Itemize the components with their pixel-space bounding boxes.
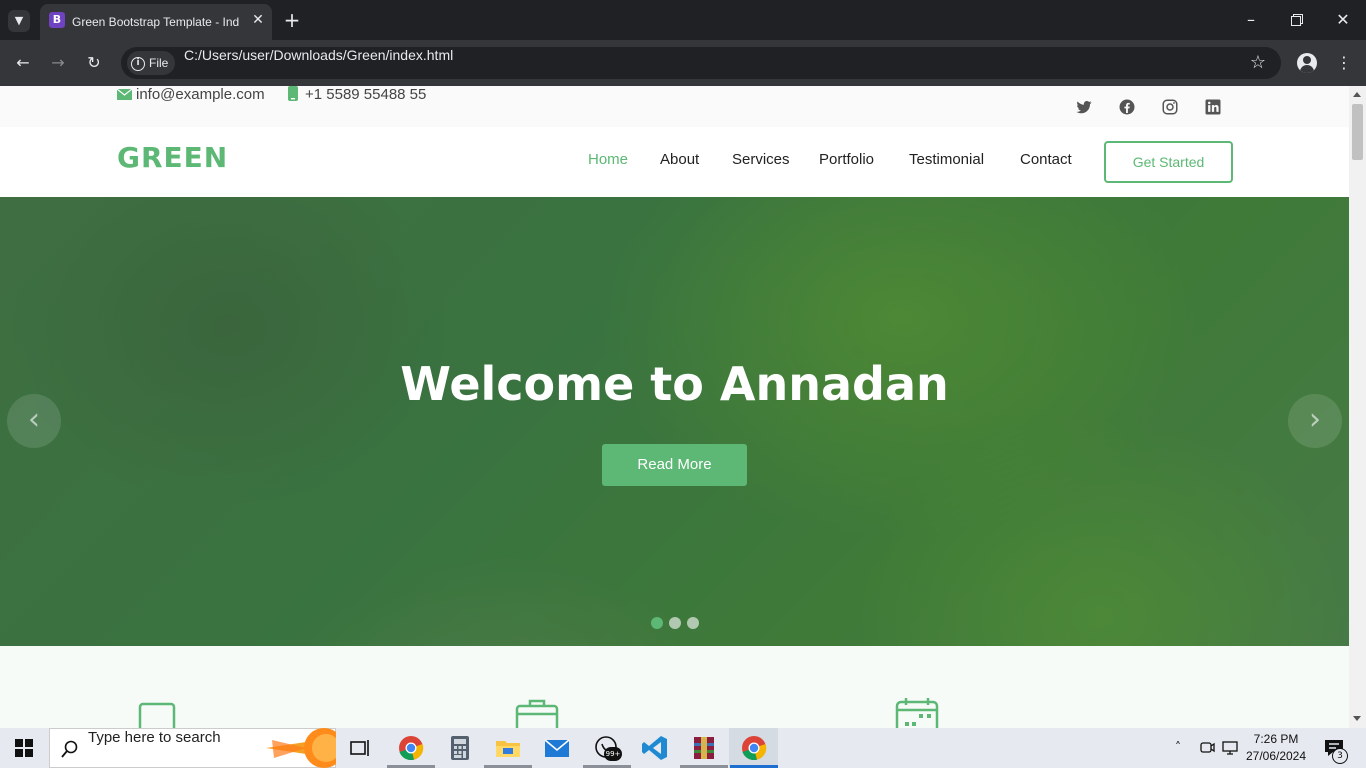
back-arrow-icon[interactable]: ← [12, 52, 34, 74]
address-bar[interactable]: i File C:/Users/user/Downloads/Green/inde… [121, 47, 1281, 79]
profile-avatar-icon[interactable] [1297, 53, 1317, 73]
winrar-icon[interactable] [690, 734, 718, 762]
calendar-icon [895, 698, 939, 732]
tab-search-chevron-icon[interactable]: ▼ [8, 10, 30, 32]
carousel-indicator-2[interactable] [669, 617, 681, 629]
forward-arrow-icon[interactable]: → [47, 52, 69, 74]
site-info-chip[interactable]: i File [127, 51, 175, 75]
nav-portfolio[interactable]: Portfolio [819, 151, 874, 168]
network-icon[interactable] [1222, 740, 1240, 756]
page-scrollbar[interactable] [1349, 86, 1366, 728]
tab-close-icon[interactable]: ✕ [248, 10, 268, 30]
system-clock[interactable]: 7:26 PM 27/06/2024 [1240, 731, 1312, 765]
get-started-button[interactable]: Get Started [1104, 141, 1233, 183]
vscode-icon[interactable] [641, 734, 669, 762]
bookmark-star-icon[interactable]: ☆ [1247, 51, 1269, 75]
chrome-app-icon[interactable] [397, 734, 425, 762]
new-tab-plus-icon[interactable]: + [282, 8, 302, 32]
briefcase-icon [515, 699, 559, 732]
search-placeholder: Type here to search [88, 729, 221, 746]
carousel-indicator-1[interactable] [651, 617, 663, 629]
clock-time: 7:26 PM [1253, 732, 1299, 746]
carousel-next-icon[interactable]: › [1288, 394, 1342, 448]
windows-taskbar: Type here to search 99+ ˄ 7:26 PM 27/06/… [0, 728, 1366, 768]
clock-date: 27/06/2024 [1245, 749, 1307, 763]
nav-testimonial[interactable]: Testimonial [909, 151, 984, 168]
site-logo[interactable]: GREEN [117, 141, 228, 174]
chrome-active-icon[interactable] [740, 734, 768, 762]
windows-start-icon[interactable] [15, 739, 33, 757]
facebook-icon[interactable] [1118, 98, 1136, 116]
window-close-icon[interactable]: ✕ [1332, 8, 1354, 32]
meet-now-icon[interactable] [1199, 740, 1215, 756]
carousel-prev-icon[interactable]: ‹ [7, 394, 61, 448]
nav-about[interactable]: About [660, 151, 699, 168]
site-header: GREEN Home About Services Portfolio Test… [0, 127, 1349, 197]
search-highlight-sun-icon [266, 728, 336, 768]
carousel-indicator-3[interactable] [687, 617, 699, 629]
instagram-icon[interactable] [1161, 98, 1179, 116]
twitter-icon[interactable] [1075, 98, 1093, 116]
taskbar-search-box[interactable]: Type here to search [49, 728, 336, 768]
site-info-label: File [149, 56, 169, 70]
reload-icon[interactable]: ↻ [83, 52, 105, 74]
scrollbar-thumb[interactable] [1352, 104, 1363, 160]
envelope-icon [116, 88, 133, 100]
email-link[interactable]: info@example.com [116, 86, 265, 127]
calculator-icon[interactable] [446, 734, 474, 762]
services-section [0, 646, 1349, 732]
contact-topbar: info@example.com +1 5589 55488 55 [0, 86, 1349, 127]
scroll-up-icon[interactable] [1353, 92, 1361, 97]
read-more-button[interactable]: Read More [602, 444, 747, 486]
laptop-icon [138, 702, 176, 732]
nav-home[interactable]: Home [588, 151, 628, 168]
phone-icon [288, 86, 298, 101]
mail-icon[interactable] [543, 734, 571, 762]
hero-carousel: Welcome to Annadan Read More ‹ › [0, 197, 1349, 646]
nav-contact[interactable]: Contact [1020, 151, 1072, 168]
restore-icon[interactable] [1286, 8, 1308, 32]
bootstrap-favicon-icon: B [49, 12, 65, 28]
url-text[interactable]: C:/Users/user/Downloads/Green/index.html [184, 47, 453, 79]
notification-count-badge: 3 [1332, 748, 1348, 764]
file-explorer-icon[interactable] [494, 734, 522, 762]
browser-toolbar: ← → ↻ i File C:/Users/user/Downloads/Gree… [0, 40, 1366, 86]
task-view-icon[interactable] [346, 734, 374, 762]
browser-menu-icon[interactable]: ⋮ [1334, 52, 1354, 74]
linkedin-icon[interactable] [1204, 98, 1222, 116]
minimize-icon[interactable]: – [1240, 8, 1262, 32]
show-hidden-icons-chevron[interactable]: ˄ [1175, 740, 1189, 754]
hero-title: Welcome to Annadan [400, 357, 949, 411]
phone-link[interactable]: +1 5589 55488 55 [288, 86, 426, 127]
phone-text: +1 5589 55488 55 [305, 86, 427, 103]
whatsapp-badge: 99+ [604, 747, 622, 761]
scroll-down-icon[interactable] [1353, 716, 1361, 721]
tab-title: Green Bootstrap Template - Ind [72, 15, 240, 29]
search-icon [61, 740, 78, 758]
tab-active[interactable]: B Green Bootstrap Template - Ind ✕ [40, 4, 272, 40]
nav-services[interactable]: Services [732, 151, 790, 168]
browser-tab-bar: ▼ B Green Bootstrap Template - Ind ✕ + –… [0, 0, 1366, 40]
email-text: info@example.com [136, 86, 265, 103]
info-icon: i [131, 56, 145, 71]
